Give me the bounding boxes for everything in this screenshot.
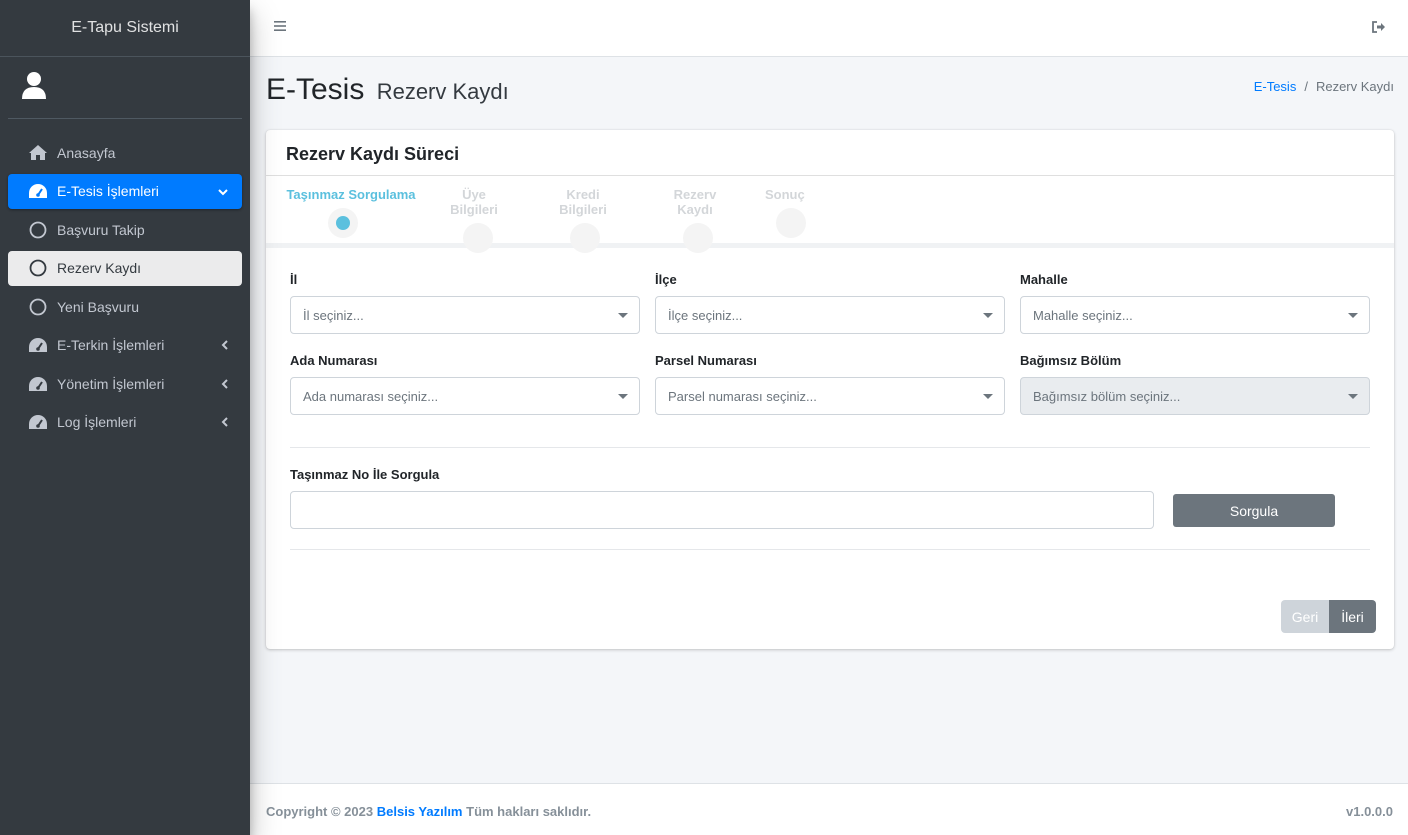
step-label: Rezerv Kaydı	[673, 187, 717, 217]
sidebar-item-e-tesis[interactable]: E-Tesis İşlemleri	[8, 173, 242, 209]
sidebar-item-log[interactable]: Log İşlemleri	[8, 405, 242, 440]
rights-text: Tüm hakları saklıdır.	[466, 804, 592, 819]
ada-placeholder: Ada numarası seçiniz...	[303, 389, 439, 404]
bagimsiz-bolum-label: Bağımsız Bölüm	[1020, 353, 1122, 368]
home-icon	[26, 144, 50, 161]
caret-down-icon	[1348, 394, 1358, 399]
page-subtitle: Rezerv Kaydı	[376, 79, 509, 104]
sidebar-item-label: E-Tesis İşlemleri	[57, 183, 159, 199]
sorgula-button[interactable]: Sorgula	[1173, 494, 1335, 527]
footer: Copyright © 2023 Belsis Yazılım Tüm hakl…	[250, 783, 1408, 835]
sidebar-item-basvuru-takip[interactable]: Başvuru Takip	[8, 212, 242, 247]
sidebar: E-Tapu Sistemi Anasayfa E-Tesis İşlemler…	[0, 0, 250, 835]
caret-down-icon	[983, 313, 993, 318]
breadcrumb-current: Rezerv Kaydı	[1315, 79, 1394, 94]
step-kredi-bilgileri[interactable]: Kredi Bilgileri	[542, 187, 624, 253]
il-select[interactable]: İl seçiniz...	[290, 296, 640, 334]
footer-copyright: Copyright © 2023 Belsis Yazılım Tüm hakl…	[266, 804, 591, 819]
divider	[290, 549, 1370, 550]
sidebar-item-label: Rezerv Kaydı	[57, 260, 142, 276]
circle-icon	[26, 259, 50, 277]
dashboard-icon	[26, 414, 50, 430]
sidebar-item-yeni-basvuru[interactable]: Yeni Başvuru	[8, 289, 242, 324]
step-dot	[776, 208, 806, 238]
sidebar-item-yonetim[interactable]: Yönetim İşlemleri	[8, 366, 242, 401]
breadcrumb: E-Tesis / Rezerv Kaydı	[1254, 79, 1394, 94]
sidebar-nav: Anasayfa E-Tesis İşlemleri Başvuru Takip…	[0, 119, 250, 440]
step-label: Taşınmaz Sorgulama	[286, 187, 416, 202]
mahalle-label: Mahalle	[1020, 272, 1068, 287]
brand-link[interactable]: E-Tapu Sistemi	[0, 0, 250, 57]
step-label: Kredi Bilgileri	[559, 187, 607, 217]
step-sonuc[interactable]: Sonuç	[765, 187, 806, 238]
ada-label: Ada Numarası	[290, 353, 378, 368]
sidebar-item-e-terkin[interactable]: E-Terkin İşlemleri	[8, 328, 242, 363]
sidebar-item-rezerv-kaydi[interactable]: Rezerv Kaydı	[8, 250, 242, 286]
chevron-left-icon	[221, 414, 228, 430]
next-button[interactable]: İleri	[1329, 600, 1376, 633]
dashboard-icon	[26, 337, 50, 353]
mahalle-placeholder: Mahalle seçiniz...	[1033, 308, 1133, 323]
sidebar-item-label: Başvuru Takip	[57, 221, 145, 238]
card-title: Rezerv Kaydı Süreci	[266, 130, 1394, 176]
sidebar-item-anasayfa[interactable]: Anasayfa	[8, 135, 242, 170]
wizard-steps: Taşınmaz Sorgulama Üye Bilgileri Kredi B…	[266, 176, 1394, 253]
breadcrumb-link-e-tesis[interactable]: E-Tesis	[1254, 79, 1297, 94]
ilce-placeholder: İlçe seçiniz...	[668, 308, 743, 323]
logout-icon[interactable]	[1372, 20, 1386, 38]
page-title-main: E-Tesis	[266, 73, 365, 106]
bagimsiz-bolum-placeholder: Bağımsız bölüm seçiniz...	[1033, 389, 1181, 404]
version-text: v1.0.0.0	[1346, 804, 1393, 819]
caret-down-icon	[983, 394, 993, 399]
bagimsiz-bolum-select: Bağımsız bölüm seçiniz...	[1020, 377, 1370, 415]
chevron-down-icon	[218, 183, 228, 199]
menu-toggle-icon[interactable]	[274, 19, 286, 37]
sidebar-item-label: Log İşlemleri	[57, 414, 137, 430]
sidebar-item-label: Yönetim İşlemleri	[57, 375, 165, 392]
user-icon	[22, 71, 46, 104]
il-placeholder: İl seçiniz...	[303, 308, 364, 323]
step-label: Üye Bilgileri	[450, 187, 498, 217]
mahalle-select[interactable]: Mahalle seçiniz...	[1020, 296, 1370, 334]
page-title: E-Tesis Rezerv Kaydı	[266, 73, 509, 107]
tasinmaz-no-label: Taşınmaz No İle Sorgula	[290, 467, 440, 482]
step-uye-bilgileri[interactable]: Üye Bilgileri	[437, 187, 511, 253]
sidebar-item-label: Anasayfa	[57, 144, 116, 161]
step-label: Sonuç	[765, 187, 805, 202]
sidebar-item-label: E-Terkin İşlemleri	[57, 337, 165, 353]
step-dot	[683, 223, 713, 253]
ilce-select[interactable]: İlçe seçiniz...	[655, 296, 1005, 334]
circle-icon	[26, 221, 50, 239]
caret-down-icon	[618, 394, 628, 399]
circle-icon	[26, 298, 50, 316]
ilce-label: İlçe	[655, 272, 677, 287]
tasinmaz-no-input[interactable]	[290, 491, 1154, 529]
step-dot	[570, 223, 600, 253]
ada-select[interactable]: Ada numarası seçiniz...	[290, 377, 640, 415]
divider	[290, 447, 1370, 448]
step-tasinmaz-sorgulama[interactable]: Taşınmaz Sorgulama	[281, 187, 421, 238]
back-button: Geri	[1281, 600, 1329, 633]
step-dot	[328, 208, 358, 238]
il-label: İl	[290, 272, 298, 287]
brand-text: E-Tapu Sistemi	[71, 19, 179, 36]
dashboard-icon	[26, 183, 50, 199]
rezerv-card: Rezerv Kaydı Süreci Taşınmaz Sorgulama Ü…	[266, 130, 1394, 649]
chevron-left-icon	[221, 337, 228, 353]
company-link[interactable]: Belsis Yazılım	[377, 804, 463, 819]
dashboard-icon	[26, 376, 50, 392]
copyright-text: Copyright © 2023	[266, 804, 374, 819]
user-panel	[8, 57, 242, 119]
parsel-placeholder: Parsel numarası seçiniz...	[668, 389, 817, 404]
breadcrumb-separator: /	[1304, 79, 1308, 94]
caret-down-icon	[618, 313, 628, 318]
caret-down-icon	[1348, 313, 1358, 318]
step-rezerv-kaydi[interactable]: Rezerv Kaydı	[655, 187, 735, 253]
parsel-select[interactable]: Parsel numarası seçiniz...	[655, 377, 1005, 415]
top-navbar	[250, 0, 1408, 57]
parsel-label: Parsel Numarası	[655, 353, 757, 368]
chevron-left-icon	[221, 376, 228, 392]
step-dot	[463, 223, 493, 253]
sidebar-item-label: Yeni Başvuru	[57, 298, 139, 315]
